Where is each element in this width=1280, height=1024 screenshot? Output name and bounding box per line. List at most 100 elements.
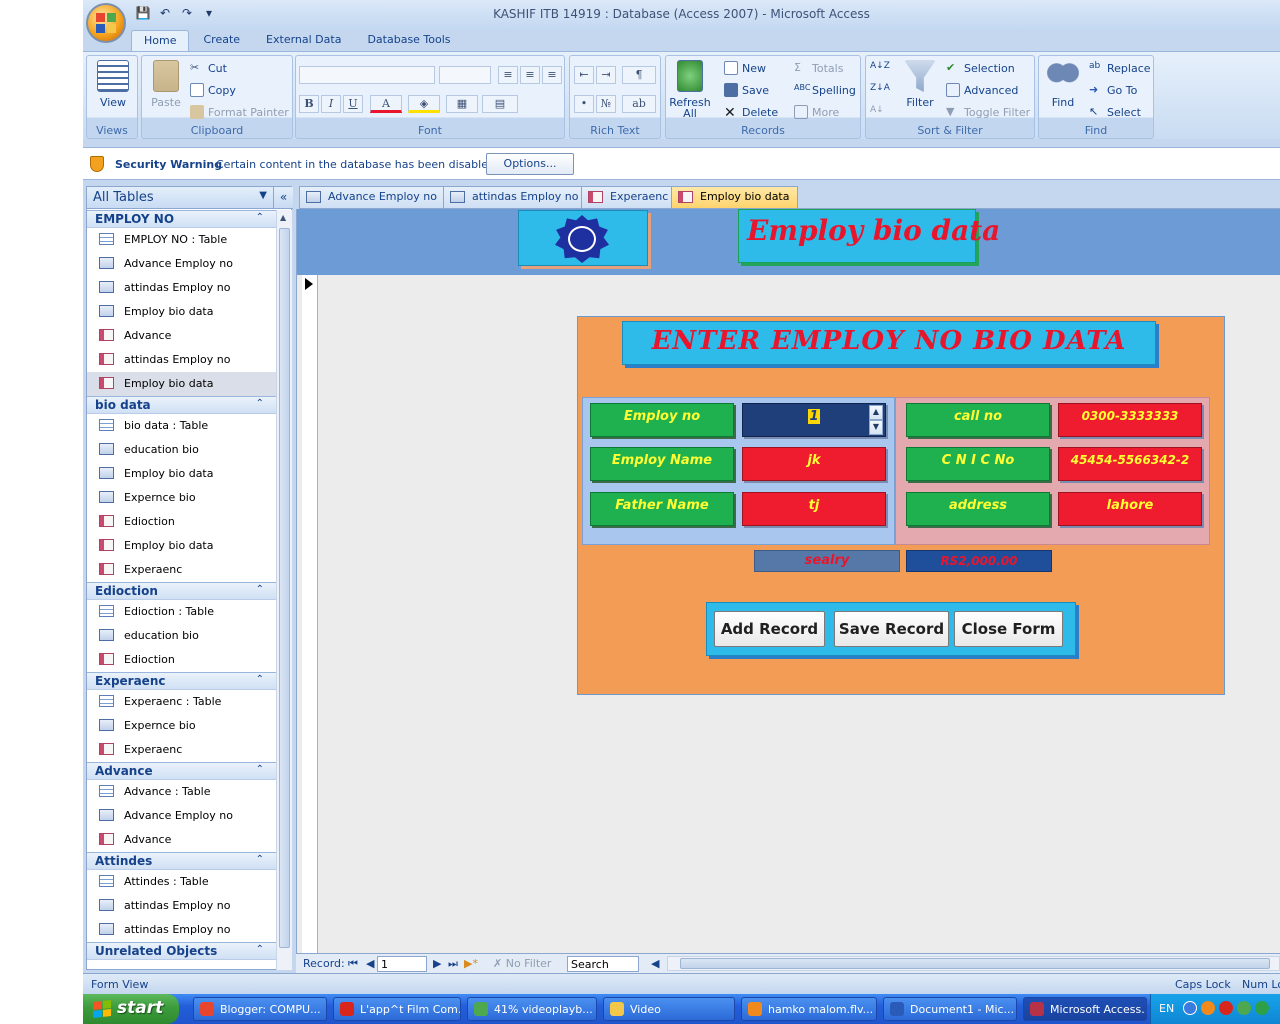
nav-item-advance[interactable]: Advance xyxy=(87,828,276,852)
toggle-filter-button[interactable]: ▼ Toggle Filter xyxy=(946,105,1030,119)
chevron-up-icon[interactable]: ▲ xyxy=(869,405,883,420)
tab-home[interactable]: Home xyxy=(131,30,190,52)
nav-item-attindas-employ-no[interactable]: attindas Employ no xyxy=(87,276,276,300)
gridlines-button[interactable]: ▦ xyxy=(446,95,478,113)
scrollbar-thumb[interactable] xyxy=(279,228,290,948)
paste-button[interactable]: Paste xyxy=(144,60,188,109)
nav-item-attindas-employ-no[interactable]: attindas Employ no xyxy=(87,918,276,942)
view-button[interactable]: View xyxy=(91,60,135,109)
taskbar-task[interactable]: hamko malom.flv... xyxy=(741,997,877,1021)
bullets-button[interactable]: • xyxy=(574,95,594,113)
chevron-up-icon[interactable]: ⌃ xyxy=(256,398,264,409)
chevron-up-icon[interactable]: ⌃ xyxy=(256,854,264,865)
record-selector[interactable] xyxy=(302,275,318,953)
chevron-up-icon[interactable]: ⌃ xyxy=(256,212,264,223)
doc-tab-experaenc[interactable]: Experaenc xyxy=(581,186,678,208)
nav-item-expernce-bio[interactable]: Expernce bio xyxy=(87,486,276,510)
font-color-button[interactable]: A xyxy=(370,95,402,113)
doc-tab-attindas-employ-no[interactable]: attindas Employ no xyxy=(443,186,588,208)
nav-item-edioction[interactable]: Edioction xyxy=(87,648,276,672)
next-record-button[interactable]: ▶ xyxy=(433,957,441,970)
nav-group-edioction[interactable]: Edioction ⌃ xyxy=(87,582,276,600)
nav-group-advance[interactable]: Advance ⌃ xyxy=(87,762,276,780)
employ-no-spinner[interactable]: ▲ ▼ xyxy=(869,405,883,436)
copy-button[interactable]: Copy xyxy=(190,83,236,97)
decrease-indent-button[interactable]: ⇤ xyxy=(574,66,594,84)
new-record-nav-button[interactable]: ▶* xyxy=(464,957,478,970)
numbering-button[interactable]: № xyxy=(596,95,616,113)
fill-color-button[interactable]: ◈ xyxy=(408,95,440,113)
chevron-up-icon[interactable]: ⌃ xyxy=(256,584,264,595)
nav-item-attindas-employ-no[interactable]: attindas Employ no xyxy=(87,348,276,372)
font-size-combo[interactable] xyxy=(439,66,491,84)
nav-item-advance[interactable]: Advance xyxy=(87,324,276,348)
nav-group-employ-no[interactable]: EMPLOY NO ⌃ xyxy=(87,210,276,228)
nav-item-advance-table[interactable]: Advance : Table xyxy=(87,780,276,804)
chevron-down-icon[interactable]: ▼ xyxy=(869,420,883,435)
nav-item-employ-bio-data[interactable]: Employ bio data xyxy=(87,300,276,324)
find-button[interactable]: Find xyxy=(1041,60,1085,109)
collapse-nav-button[interactable]: « xyxy=(273,187,293,209)
clear-sort-button[interactable]: A↓ xyxy=(870,105,884,115)
nav-item-bio-data-table[interactable]: bio data : Table xyxy=(87,414,276,438)
taskbar-task[interactable]: 41% videoplayb... xyxy=(467,997,597,1021)
first-record-button[interactable]: ⏮ xyxy=(348,957,358,971)
nav-item-experaenc[interactable]: Experaenc xyxy=(87,738,276,762)
options-button[interactable]: Options... xyxy=(486,153,574,175)
align-right-button[interactable]: ≡ xyxy=(542,66,562,84)
tab-create[interactable]: Create xyxy=(191,30,252,52)
underline-button[interactable]: U xyxy=(343,95,363,113)
cut-button[interactable]: ✂ Cut xyxy=(190,61,227,75)
address-field[interactable]: lahore xyxy=(1058,492,1202,526)
search-input[interactable]: Search xyxy=(567,956,639,972)
spelling-button[interactable]: ABC Spelling xyxy=(794,83,856,97)
previous-record-button[interactable]: ◀ xyxy=(366,957,374,970)
tab-external-data[interactable]: External Data xyxy=(254,30,353,52)
father-name-field[interactable]: tj xyxy=(742,492,886,526)
nav-item-employ-bio-data[interactable]: Employ bio data xyxy=(87,372,276,396)
horizontal-scrollbar[interactable] xyxy=(667,956,1280,971)
format-painter-button[interactable]: Format Painter xyxy=(190,105,289,119)
nav-group-bio-data[interactable]: bio data ⌃ xyxy=(87,396,276,414)
network-tray-icon[interactable] xyxy=(1237,1001,1251,1015)
nav-item-employ-bio-data[interactable]: Employ bio data xyxy=(87,462,276,486)
delete-record-button[interactable]: ✕ Delete xyxy=(724,105,778,121)
language-indicator[interactable]: EN xyxy=(1159,1002,1174,1015)
bold-button[interactable]: B xyxy=(299,95,319,113)
add-record-button[interactable]: Add Record xyxy=(714,611,825,647)
totals-button[interactable]: Σ Totals xyxy=(794,61,843,75)
sort-descending-button[interactable]: Z↓A xyxy=(870,83,890,93)
nav-item-experaenc[interactable]: Experaenc xyxy=(87,558,276,582)
chevron-up-icon[interactable]: ⌃ xyxy=(256,764,264,775)
nav-item-advance-employ-no[interactable]: Advance Employ no xyxy=(87,252,276,276)
chevron-up-icon[interactable]: ⌃ xyxy=(256,944,264,955)
align-left-button[interactable]: ≡ xyxy=(498,66,518,84)
scroll-left-icon[interactable]: ◀ xyxy=(651,957,659,970)
align-center-button[interactable]: ≡ xyxy=(520,66,540,84)
increase-indent-button[interactable]: ⇥ xyxy=(596,66,616,84)
app-tray-icon[interactable] xyxy=(1255,1001,1269,1015)
no-filter-button[interactable]: ✗ No Filter xyxy=(493,957,551,970)
replace-button[interactable]: ab Replace xyxy=(1089,61,1151,75)
nav-item-expernce-bio[interactable]: Expernce bio xyxy=(87,714,276,738)
employ-name-field[interactable]: jk xyxy=(742,447,886,481)
nav-item-employ-bio-data[interactable]: Employ bio data xyxy=(87,534,276,558)
last-record-button[interactable]: ⏭ xyxy=(448,957,458,971)
filter-button[interactable]: Filter xyxy=(898,60,942,109)
select-button[interactable]: ↖ Select xyxy=(1089,105,1141,119)
nav-item-advance-employ-no[interactable]: Advance Employ no xyxy=(87,804,276,828)
selection-button[interactable]: ✔ Selection xyxy=(946,61,1015,75)
doc-tab-advance-employ-no[interactable]: Advance Employ no xyxy=(299,186,446,208)
taskbar-task[interactable]: Microsoft Access... xyxy=(1023,997,1147,1021)
employ-no-field[interactable]: 1 ▲ ▼ xyxy=(742,403,886,437)
alternate-fill-button[interactable]: ▤ xyxy=(482,95,518,113)
sort-ascending-button[interactable]: A↓Z xyxy=(870,61,890,71)
nav-pane-header[interactable]: All Tables ▼ xyxy=(87,187,273,209)
salary-field[interactable]: RS2,000.00 xyxy=(906,550,1052,572)
italic-button[interactable]: I xyxy=(321,95,341,113)
scroll-up-icon[interactable]: ▲ xyxy=(280,213,286,222)
nav-group-attindes[interactable]: Attindes ⌃ xyxy=(87,852,276,870)
save-record-button[interactable]: Save xyxy=(724,83,769,97)
taskbar-task[interactable]: Blogger: COMPU... xyxy=(193,997,327,1021)
text-direction-button[interactable]: ¶ xyxy=(622,66,656,84)
